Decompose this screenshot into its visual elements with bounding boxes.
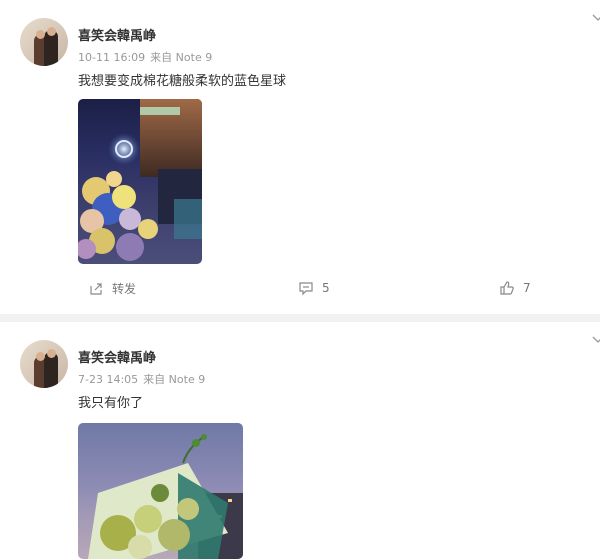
avatar-head bbox=[36, 352, 45, 361]
comment-button[interactable]: 5 bbox=[298, 280, 330, 296]
post-source: 来自 Note 9 bbox=[143, 373, 206, 386]
post-image[interactable] bbox=[78, 423, 243, 559]
avatar-head bbox=[47, 349, 56, 358]
repost-button[interactable]: 转发 bbox=[88, 280, 136, 297]
avatar[interactable] bbox=[20, 340, 68, 388]
post-image-art bbox=[88, 434, 243, 559]
feed-post: 喜笑会韓禹峥 10-11 16:09 来自 Note 9 我想要变成棉花糖般柔软的… bbox=[0, 0, 600, 314]
username[interactable]: 喜笑会韓禹峥 bbox=[78, 347, 156, 366]
repost-icon bbox=[90, 282, 102, 295]
post-date[interactable]: 10-11 16:09 bbox=[78, 51, 145, 64]
comment-icon bbox=[299, 282, 313, 296]
like-icon bbox=[500, 281, 514, 295]
chevron-down-icon[interactable] bbox=[592, 334, 600, 346]
repost-label: 转发 bbox=[112, 282, 137, 296]
like-count: 7 bbox=[523, 281, 531, 295]
post-date[interactable]: 7-23 14:05 bbox=[78, 373, 138, 386]
post-text: 我想要变成棉花糖般柔软的蓝色星球 bbox=[78, 74, 287, 89]
post-meta: 7-23 14:05 来自 Note 9 bbox=[78, 371, 210, 387]
like-button[interactable]: 7 bbox=[499, 280, 531, 296]
post-divider bbox=[0, 314, 600, 322]
avatar-head bbox=[47, 27, 56, 36]
post-image-art bbox=[78, 99, 202, 261]
avatar-head bbox=[36, 30, 45, 39]
post-source: 来自 Note 9 bbox=[150, 51, 213, 64]
post-meta: 10-11 16:09 来自 Note 9 bbox=[78, 49, 217, 65]
feed-post: 喜笑会韓禹峥 7-23 14:05 来自 Note 9 我只有你了 bbox=[0, 322, 600, 559]
avatar[interactable] bbox=[20, 18, 68, 66]
chevron-down-icon[interactable] bbox=[592, 12, 600, 24]
comment-count: 5 bbox=[322, 281, 330, 295]
post-image[interactable] bbox=[78, 99, 202, 264]
post-actions: 转发 5 7 bbox=[0, 280, 600, 304]
username[interactable]: 喜笑会韓禹峥 bbox=[78, 25, 156, 44]
post-text: 我只有你了 bbox=[78, 396, 144, 411]
